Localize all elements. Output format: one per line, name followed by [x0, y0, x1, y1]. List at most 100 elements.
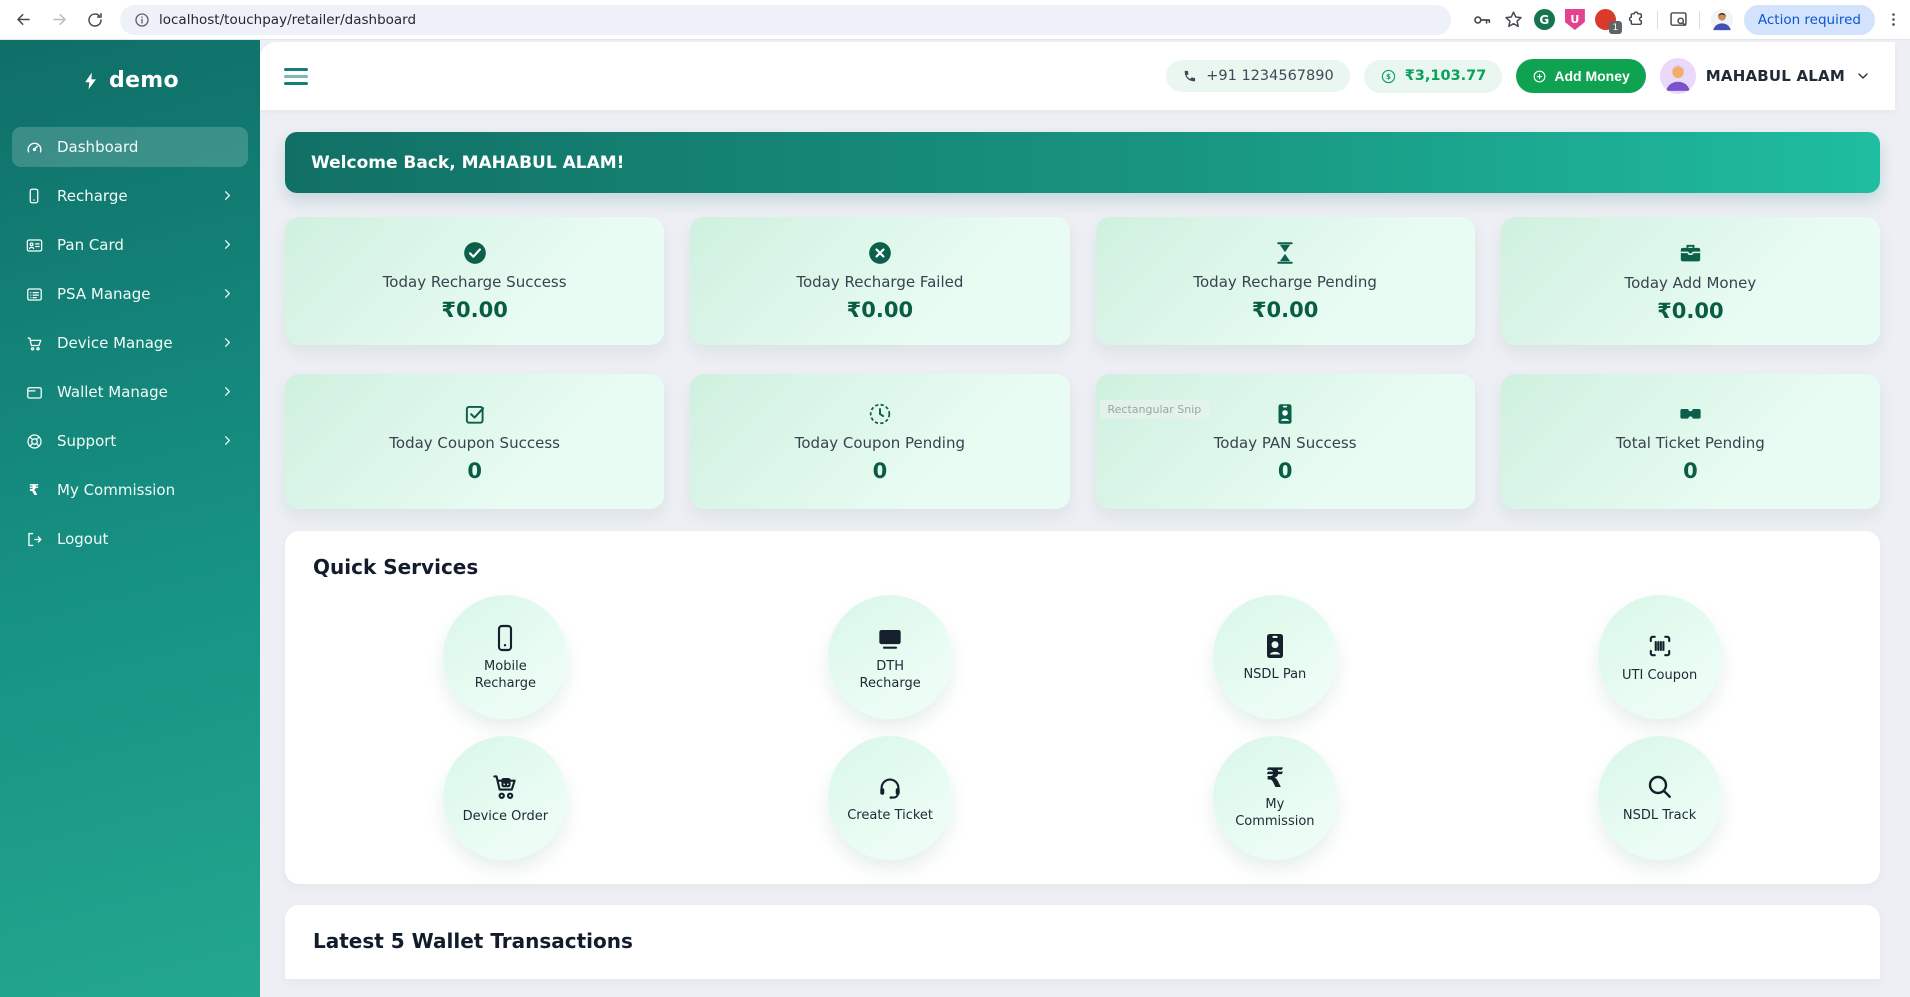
- quick-service-nsdl-track[interactable]: NSDL Track: [1598, 736, 1722, 860]
- quick-service-nsdl-pan[interactable]: NSDL Pan: [1213, 595, 1337, 719]
- quick-service-my-commission[interactable]: ₹ My Commission: [1213, 736, 1337, 860]
- browser-profile-avatar[interactable]: [1710, 8, 1734, 32]
- sidebar-item-label: Device Manage: [57, 334, 207, 352]
- wallet-balance: ₹3,103.77: [1405, 68, 1487, 84]
- quick-services-panel: Quick Services Mobile Recharge DTH Recha…: [285, 531, 1880, 884]
- list-icon: [24, 284, 44, 304]
- stat-card-pan-success: Rectangular Snip Today PAN Success 0: [1096, 374, 1475, 509]
- browser-menu-icon[interactable]: [1885, 11, 1902, 28]
- blocker-extension[interactable]: 1: [1595, 9, 1616, 30]
- chevron-right-icon: [220, 188, 236, 204]
- back-arrow-icon: [14, 10, 33, 29]
- check-square-icon: [462, 401, 488, 427]
- stat-title: Total Ticket Pending: [1616, 434, 1765, 452]
- chevron-right-icon: [220, 384, 236, 400]
- action-required-chip[interactable]: Action required: [1744, 5, 1875, 35]
- sidebar-item-recharge[interactable]: Recharge: [12, 176, 248, 216]
- stat-title: Today Coupon Success: [389, 434, 560, 452]
- cart-plus-icon: [488, 770, 522, 804]
- browser-back-button[interactable]: [8, 5, 38, 35]
- welcome-banner: Welcome Back, MAHABUL ALAM!: [285, 132, 1880, 193]
- quick-service-uti-coupon[interactable]: UTI Coupon: [1598, 595, 1722, 719]
- browser-forward-button[interactable]: [44, 5, 74, 35]
- stat-card-recharge-failed: Today Recharge Failed ₹0.00: [690, 217, 1069, 345]
- quick-service-create-ticket[interactable]: Create Ticket: [828, 736, 952, 860]
- bookmark-star-icon[interactable]: [1503, 9, 1524, 30]
- stat-title: Today Recharge Success: [383, 273, 567, 291]
- logout-icon: [24, 529, 44, 549]
- quick-services-grid: Mobile Recharge DTH Recharge NSDL Pan UT…: [313, 595, 1852, 860]
- briefcase-icon: [1677, 240, 1704, 267]
- stat-value: ₹0.00: [441, 298, 507, 322]
- coin-icon: $: [1380, 68, 1397, 85]
- sidebar-item-logout[interactable]: Logout: [12, 519, 248, 559]
- passwords-key-icon[interactable]: [1471, 9, 1493, 31]
- sidebar-item-label: Dashboard: [57, 138, 236, 156]
- hourglass-icon: [1272, 240, 1298, 266]
- quick-service-dth-recharge[interactable]: DTH Recharge: [828, 595, 952, 719]
- sidebar-item-wallet-manage[interactable]: Wallet Manage: [12, 372, 248, 412]
- svg-text:$: $: [1386, 72, 1391, 81]
- grammarly-extension-icon[interactable]: G: [1534, 9, 1555, 30]
- headset-icon: [874, 771, 906, 803]
- shield-letter: U: [1570, 13, 1579, 26]
- browser-reload-button[interactable]: [80, 5, 110, 35]
- url-text: localhost/touchpay/retailer/dashboard: [159, 12, 416, 28]
- address-bar[interactable]: localhost/touchpay/retailer/dashboard: [120, 5, 1451, 35]
- stat-value: ₹0.00: [1252, 298, 1318, 322]
- dashboard-content: Welcome Back, MAHABUL ALAM! Today Rechar…: [260, 110, 1895, 997]
- toolbar-separator: [1657, 11, 1658, 29]
- stat-value: 0: [467, 459, 482, 483]
- check-circle-icon: [462, 240, 488, 266]
- sidebar-item-support[interactable]: Support: [12, 421, 248, 461]
- sidebar-item-label: My Commission: [57, 481, 236, 499]
- id-badge-icon: [1259, 630, 1291, 662]
- quick-service-label: NSDL Pan: [1243, 667, 1306, 684]
- quick-service-label: UTI Coupon: [1622, 668, 1697, 685]
- app-header: +91 1234567890 $ ₹3,103.77 Add Money MAH…: [260, 42, 1895, 110]
- snip-tooltip: Rectangular Snip: [1100, 400, 1210, 419]
- x-circle-icon: [867, 240, 893, 266]
- phone-number: +91 1234567890: [1206, 68, 1333, 84]
- menu-toggle-button[interactable]: [284, 68, 308, 85]
- magnifier-icon: [1644, 771, 1676, 803]
- stats-grid: Today Recharge Success ₹0.00 Today Recha…: [285, 217, 1880, 509]
- blocker-badge: 1: [1609, 21, 1622, 34]
- avatar: [1660, 58, 1696, 94]
- quick-service-label: Mobile Recharge: [459, 659, 551, 693]
- quick-service-label: Device Order: [463, 809, 549, 826]
- stat-value: 0: [1278, 459, 1293, 483]
- id-card-icon: [24, 235, 44, 255]
- quick-service-label: Create Ticket: [847, 808, 933, 825]
- sidebar-item-label: Logout: [57, 530, 236, 548]
- sidebar-item-psa-manage[interactable]: PSA Manage: [12, 274, 248, 314]
- sidebar-item-label: Wallet Manage: [57, 383, 207, 401]
- quick-service-label: DTH Recharge: [844, 659, 936, 693]
- sidebar-item-label: Pan Card: [57, 236, 207, 254]
- user-menu[interactable]: MAHABUL ALAM: [1660, 58, 1871, 94]
- reload-icon: [86, 11, 104, 29]
- stat-title: Today Recharge Pending: [1193, 273, 1376, 291]
- add-money-button[interactable]: Add Money: [1516, 59, 1645, 93]
- extension-strip: G U 1 Action required: [1471, 5, 1902, 35]
- quick-service-mobile-recharge[interactable]: Mobile Recharge: [443, 595, 567, 719]
- site-info-icon[interactable]: [134, 12, 150, 28]
- sidebar-item-my-commission[interactable]: ₹ My Commission: [12, 470, 248, 510]
- gauge-icon: [24, 137, 44, 157]
- chevron-down-icon: [1855, 68, 1871, 84]
- grammarly-letter: G: [1539, 13, 1549, 27]
- app-logo: demo: [12, 68, 248, 93]
- extensions-puzzle-icon[interactable]: [1626, 9, 1647, 30]
- side-search-icon[interactable]: [1668, 9, 1689, 30]
- id-badge-icon: [1272, 401, 1298, 427]
- shield-extension-icon[interactable]: U: [1565, 9, 1585, 30]
- sidebar-item-dashboard[interactable]: Dashboard: [12, 127, 248, 167]
- smartphone-icon: [489, 622, 521, 654]
- sidebar-item-device-manage[interactable]: Device Manage: [12, 323, 248, 363]
- stat-title: Today PAN Success: [1214, 434, 1357, 452]
- chevron-right-icon: [220, 433, 236, 449]
- phone-icon: [1182, 68, 1198, 84]
- sidebar-item-pan-card[interactable]: Pan Card: [12, 225, 248, 265]
- quick-service-device-order[interactable]: Device Order: [443, 736, 567, 860]
- wallet-transactions-title: Latest 5 Wallet Transactions: [313, 929, 1852, 953]
